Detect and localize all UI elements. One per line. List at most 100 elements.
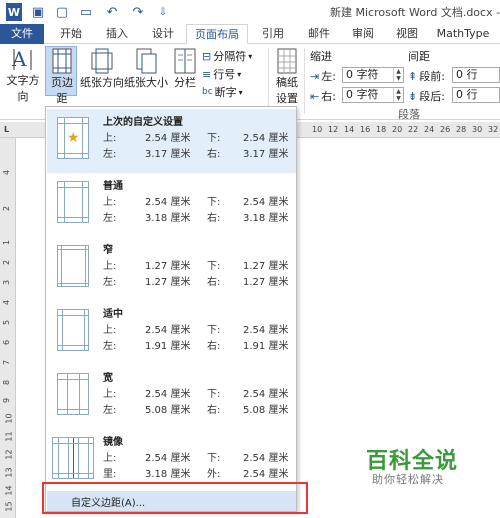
left-label: 左: [103,341,117,352]
tab-mailings[interactable]: 邮件 [298,24,340,44]
tab-mathtype[interactable]: MathType [430,24,496,44]
ruler-tick: 13 [4,467,14,478]
customize-qat-icon[interactable]: ⇩ [156,3,170,21]
ruler-tick: 9 [2,397,12,404]
margin-option-name: 上次的自定义设置 [103,117,183,128]
tab-insert[interactable]: 插入 [96,24,138,44]
margin-option-wide[interactable]: 宽 上: 2.54 厘米 下: 2.54 厘米 左: 5.08 厘米 右: 5.… [47,365,296,429]
ruler-tick: 2 [2,259,12,266]
tab-home[interactable]: 开始 [50,24,92,44]
top-value: 1.27 厘米 [145,261,191,272]
highlight-callout [42,482,308,514]
save-icon[interactable]: ▣ [30,3,46,21]
tab-design[interactable]: 设计 [142,24,184,44]
ruler-tick: 16 [360,125,371,134]
hyphenation-icon: bc [202,87,213,97]
tab-view[interactable]: 视图 [386,24,428,44]
margin-preview-icon [52,437,94,479]
spacing-before-input[interactable]: 0 行 [452,67,500,83]
text-direction-icon: A [11,47,32,71]
spinner-icon[interactable]: ▲ ▼ [393,88,403,102]
svg-text:A: A [11,47,27,71]
tab-references[interactable]: 引用 [252,24,294,44]
right-value: 1.91 厘米 [243,341,289,352]
spacing-before-label: 段前: [419,70,445,83]
ruler-tick: 5 [2,319,12,326]
spacing-after-label: 段后: [419,90,445,103]
margin-option-name: 镜像 [103,437,123,448]
ruler-tick: 4 [2,169,12,176]
margin-option-narrow[interactable]: 窄 上: 1.27 厘米 下: 1.27 厘米 左: 1.27 厘米 右: 1.… [47,237,296,301]
left-value: 5.08 厘米 [145,405,191,416]
tab-stop-selector-icon[interactable]: L [4,125,9,134]
hyphenation-button[interactable]: bc 断字 ▾ [202,84,243,100]
title-bar: W ▣ ▢ ▭ ↶ ↷ ⇩ 新建 Microsoft Word 文档.docx … [0,0,500,24]
right-value: 1.27 厘米 [243,277,289,288]
ruler-tick: 30 [472,125,483,134]
top-label: 上: [103,389,117,400]
line-numbers-button[interactable]: ≡ 行号 ▾ [202,66,241,82]
margin-preview-icon [57,245,89,287]
spacing-after-value: 0 行 [456,88,478,101]
indent-right-value: 0 字符 [346,88,379,101]
top-value: 2.54 厘米 [145,389,191,400]
ruler-tick: 8 [2,379,12,386]
orientation-icon [91,48,113,74]
bottom-value: 2.54 厘米 [243,133,289,144]
new-doc-icon[interactable]: ▢ [54,3,70,21]
manuscript-button[interactable]: 稿纸 设置 [272,48,302,106]
spacing-after-label-group: ⇟ 段后: [408,88,445,104]
indent-right-input[interactable]: 0 字符 ▲ ▼ [342,87,404,103]
bottom-label: 下: [207,389,221,400]
open-icon[interactable]: ▭ [78,3,94,21]
paragraph-group-label: 段落 [398,108,420,121]
spacing-after-input[interactable]: 0 行 [452,87,500,103]
indent-left-input[interactable]: 0 字符 ▲ ▼ [342,67,404,83]
breaks-button[interactable]: ⊟ 分隔符 ▾ [202,48,252,64]
left-value: 3.17 厘米 [145,149,191,160]
left-label: 左: [103,149,117,160]
line-numbers-label: 行号 [213,68,236,81]
ruler-tick: 2 [2,205,12,212]
indent-left-icon: ⇥ [310,69,320,83]
columns-button[interactable]: 分栏 [170,48,200,90]
vertical-ruler[interactable]: 4 2 1 2 3 4 5 6 7 8 9 10 11 12 13 14 15 [0,138,16,518]
tab-review[interactable]: 审阅 [342,24,384,44]
margin-option-moderate[interactable]: 适中 上: 2.54 厘米 下: 2.54 厘米 左: 1.91 厘米 右: 1… [47,301,296,365]
size-button[interactable]: 纸张大小 [124,48,168,90]
watermark-tagline: 助你轻松解决 [372,473,444,486]
spinner-icon[interactable]: ▲ ▼ [393,68,403,82]
document-title: 新建 Microsoft Word 文档.docx - Wo [330,6,500,19]
text-direction-button[interactable]: A 文字方向 [2,46,44,104]
redo-icon[interactable]: ↷ [130,3,146,21]
ruler-tick: 12 [4,449,14,460]
bottom-label: 下: [207,453,221,464]
ruler-tick: 15 [4,501,14,512]
top-value: 2.54 厘米 [145,197,191,208]
right-value: 3.17 厘米 [243,149,289,160]
ruler-tick: 32 [488,125,499,134]
bottom-value: 2.54 厘米 [243,389,289,400]
tab-file[interactable]: 文件 [0,24,44,44]
indent-left-label-group: ⇥ 左: [310,68,336,84]
orientation-button[interactable]: 纸张方向 [80,48,124,90]
ruler-tick: 6 [2,339,12,346]
left-value: 1.27 厘米 [145,277,191,288]
margin-option-normal[interactable]: 普通 上: 2.54 厘米 下: 2.54 厘米 左: 3.18 厘米 右: 3… [47,173,296,237]
spacing-before-icon: ⇞ [408,69,418,83]
left-label: 左: [103,213,117,224]
ruler-tick: 1 [2,239,12,246]
manuscript-label-2: 设置 [276,92,298,105]
bottom-label: 下: [207,133,221,144]
spacing-before-label-group: ⇞ 段前: [408,68,445,84]
margin-option-last-custom[interactable]: ★ 上次的自定义设置 上: 2.54 厘米 下: 2.54 厘米 左: 3.17… [47,109,296,173]
undo-icon[interactable]: ↶ [104,3,120,21]
left-label: 左: [103,405,117,416]
margins-button[interactable]: 页边距 [46,48,78,106]
margins-label: 页边距 [51,76,73,105]
margin-preview-icon [57,181,89,223]
inside-label: 里: [103,469,117,480]
ruler-tick: 10 [312,125,323,134]
tab-page-layout[interactable]: 页面布局 [186,24,248,44]
ribbon-separator [304,48,305,114]
